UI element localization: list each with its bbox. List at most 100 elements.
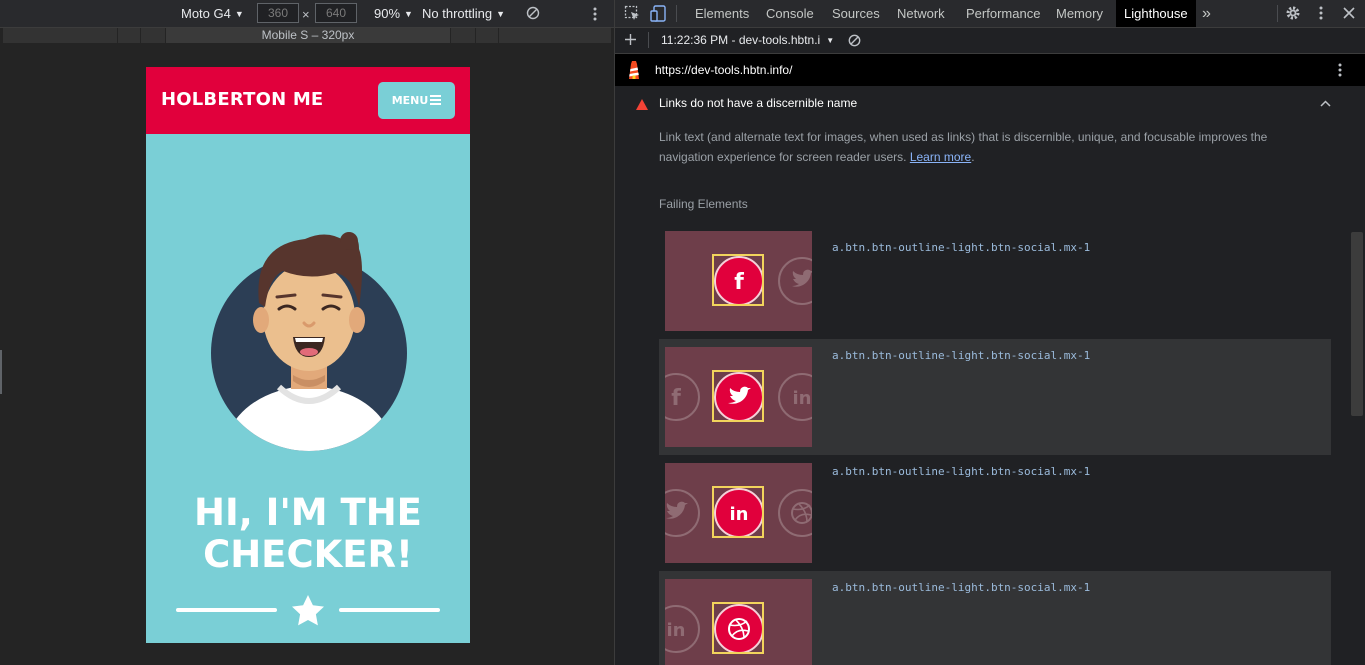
emulated-viewport: HOLBERTON ME MENU HI, I'M THE CHECKER! [146,67,470,643]
element-selector[interactable]: a.btn.btn-outline-light.btn-social.mx-1 [832,349,1090,362]
devtools-panel: Elements Console Sources Network Perform… [615,0,1365,665]
hero-headline: HI, I'M THE CHECKER! [146,492,470,576]
media-query-segment[interactable] [499,28,612,43]
description-period: . [971,150,975,164]
svg-text:in: in [793,388,812,409]
star-icon [292,595,324,626]
toolbar-separator [676,5,677,22]
divider-line-left [176,608,277,612]
mobile-s-label: Mobile S – 320px [261,28,355,42]
media-query-segment[interactable] [118,28,141,43]
close-devtools-icon[interactable] [1343,7,1355,19]
media-query-segment[interactable] [141,28,166,43]
failing-elements-label: Failing Elements [659,197,748,211]
caret-down-icon: ▼ [496,9,506,19]
media-query-segment[interactable] [451,28,476,43]
audit-description: Link text (and alternate text for images… [659,127,1299,167]
more-tabs-button[interactable]: » [1202,0,1211,27]
devtools-tabbar: Elements Console Sources Network Perform… [615,0,1365,28]
linkedin-icon: in [665,604,701,654]
tab-performance[interactable]: Performance [966,0,1040,27]
report-selector-value: 11:22:36 PM - dev-tools.hbtn.i [661,33,821,47]
fail-triangle-icon [636,99,648,110]
menu-label: MENU [391,94,429,107]
tab-network[interactable]: Network [897,0,945,27]
element-selector[interactable]: a.btn.btn-outline-light.btn-social.mx-1 [832,465,1090,478]
width-input[interactable]: 360 [257,3,299,23]
zoom-select[interactable]: 90% ▼ [374,6,413,21]
clear-reports-icon[interactable] [848,34,861,47]
resize-handle[interactable] [0,350,2,394]
headline-line-1: HI, I'M THE [194,491,422,534]
failing-element-row[interactable]: in a.btn.btn-outline-light.btn-social.mx… [659,455,1331,571]
failing-element-row[interactable]: in a.btn.btn-outline-light.btn-social.mx… [659,571,1331,665]
inspect-element-icon[interactable] [624,5,640,21]
element-highlight [712,370,764,422]
media-query-segment[interactable] [476,28,499,43]
site-brand[interactable]: HOLBERTON ME [161,89,323,110]
device-emulation-pane: Moto G4 ▼ 360 × 640 90% ▼ No throttling ▼ M… [0,0,614,665]
report-menu-icon[interactable] [1337,62,1343,78]
device-toolbar: Moto G4 ▼ 360 × 640 90% ▼ No throttling ▼ [0,0,614,28]
element-screenshot: in [665,463,812,563]
svg-text:in: in [667,620,686,641]
dribbble-icon [777,488,812,538]
customize-menu-icon[interactable] [1318,5,1324,21]
report-url: https://dev-tools.hbtn.info/ [655,63,793,77]
device-select[interactable]: Moto G4 ▼ [181,6,244,21]
hamburger-icon [430,95,442,105]
twitter-icon [665,488,701,538]
element-screenshot: f in [665,347,812,447]
menu-button[interactable]: MENU [378,82,455,119]
new-report-plus-icon[interactable] [625,34,636,45]
element-selector[interactable]: a.btn.btn-outline-light.btn-social.mx-1 [832,241,1090,254]
caret-down-icon: ▼ [234,9,244,19]
report-scrollbar[interactable] [1351,232,1363,416]
tab-console[interactable]: Console [766,0,814,27]
failing-element-row[interactable]: f in a.btn.btn-outline-light.btn-social.… [659,339,1331,455]
settings-gear-icon[interactable] [1285,5,1301,21]
facebook-icon: f [665,372,701,422]
linkedin-icon: in [777,372,812,422]
media-query-bar: Mobile S – 320px [0,28,614,44]
report-selector[interactable]: 11:22:36 PM - dev-tools.hbtn.i ▼ [661,33,834,47]
element-highlight [712,254,764,306]
svg-text:f: f [671,386,681,411]
tab-elements[interactable]: Elements [695,0,749,27]
tab-sources[interactable]: Sources [832,0,880,27]
element-screenshot: in [665,579,812,665]
dimension-separator: × [302,7,310,22]
twitter-icon [777,256,812,306]
caret-down-icon: ▼ [404,9,413,19]
more-options-icon[interactable] [592,6,598,22]
zoom-value: 90% [374,6,401,21]
device-name: Moto G4 [181,6,231,21]
toolbar-separator [648,32,649,48]
height-input[interactable]: 640 [315,3,357,23]
failing-element-row[interactable]: f a.btn.btn-outline-light.btn-social.mx-… [659,231,1331,347]
lighthouse-toolbar: 11:22:36 PM - dev-tools.hbtn.i ▼ [615,28,1365,54]
media-query-segment[interactable] [3,28,118,43]
element-screenshot: f [665,231,812,331]
audit-title[interactable]: Links do not have a discernible name [659,96,857,110]
tab-lighthouse[interactable]: Lighthouse [1116,0,1196,27]
element-highlight [712,486,764,538]
learn-more-link[interactable]: Learn more [910,150,971,164]
element-selector[interactable]: a.btn.btn-outline-light.btn-social.mx-1 [832,581,1090,594]
chevron-up-icon[interactable] [1320,100,1331,107]
caret-down-icon: ▼ [826,36,835,45]
star-divider [176,595,440,626]
toolbar-separator [1277,5,1278,22]
lighthouse-report: Links do not have a discernible name Lin… [615,86,1350,665]
site-navbar: HOLBERTON ME MENU [146,67,470,134]
throttling-value: No throttling [422,6,493,21]
tab-memory[interactable]: Memory [1056,0,1103,27]
lighthouse-logo-icon [629,61,639,79]
device-toolbar-icon[interactable] [650,5,666,22]
throttling-select[interactable]: No throttling ▼ [422,6,505,21]
avatar-illustration [211,232,407,451]
report-url-bar: https://dev-tools.hbtn.info/ [615,54,1365,86]
element-highlight [712,602,764,654]
divider-line-right [339,608,440,612]
rotate-icon[interactable] [526,6,540,20]
